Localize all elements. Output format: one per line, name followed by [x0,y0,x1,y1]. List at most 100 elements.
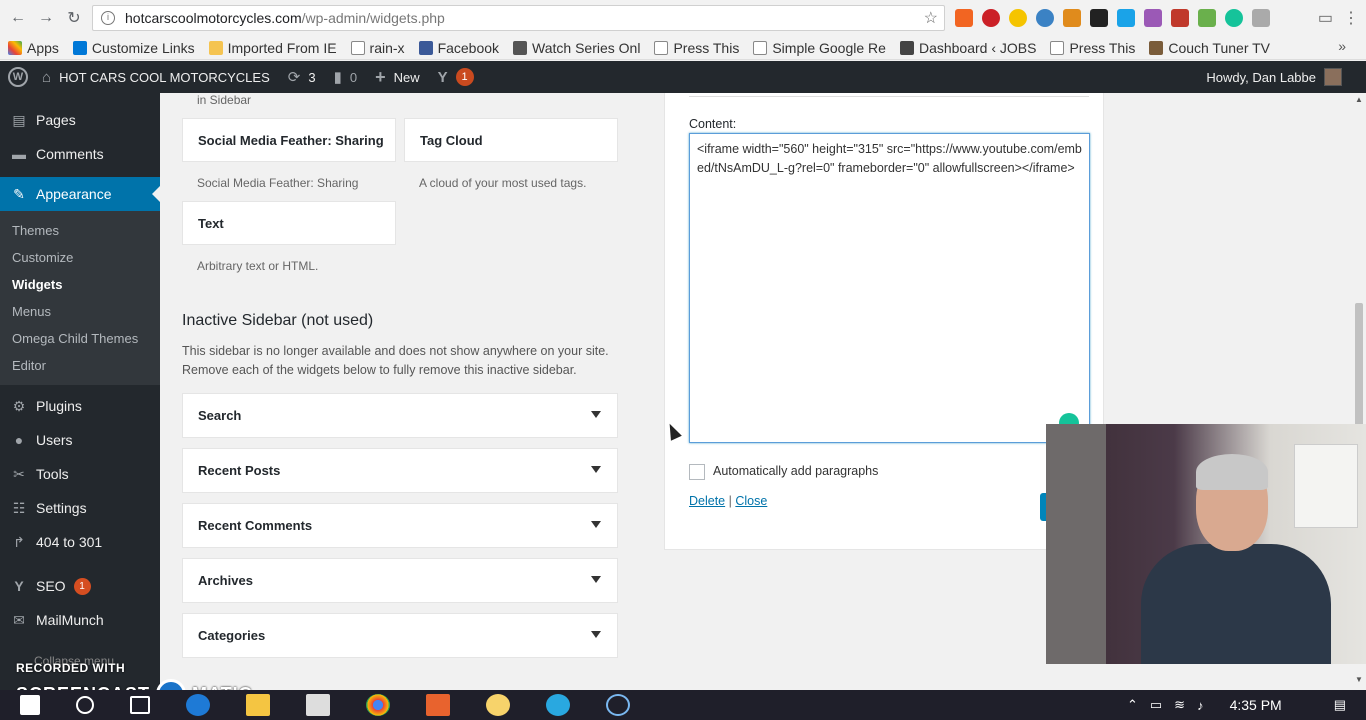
submenu-omega-child-themes[interactable]: Omega Child Themes [0,325,160,352]
expand-arrow-icon[interactable] [591,631,601,638]
bookmarks-more-icon[interactable]: » [1338,38,1346,54]
reload-icon[interactable]: ↻ [60,4,88,32]
auto-paragraphs-checkbox[interactable] [689,464,705,480]
admin-bar-comments[interactable]: ▮ 0 [334,68,358,86]
buffer-icon[interactable] [1090,9,1108,27]
facebook-icon [418,40,433,55]
notifications-icon[interactable]: ▤ [1334,697,1346,713]
bookmark-dashboard-jobs[interactable]: Dashboard ‹ JOBS [899,40,1036,56]
admin-bar-updates[interactable]: ⟳ 3 [288,68,316,86]
plugins-icon: ⚙ [12,397,26,414]
inactive-widget-recent-posts[interactable]: Recent Posts [182,448,618,493]
wifi-icon[interactable]: ≋ [1174,697,1185,713]
couch-icon [1149,40,1164,55]
windows-start-icon[interactable] [20,695,40,715]
sidebar-item-comments[interactable]: ▬ Comments [0,137,160,171]
bookmark-press-this[interactable]: Press This [654,40,739,56]
sidebar-item-appearance[interactable]: ✎ Appearance [0,177,160,211]
widget-text[interactable]: Text [182,201,396,245]
pinterest-icon[interactable] [982,9,1000,27]
clock[interactable]: 4:35 PM [1230,697,1282,713]
content-textarea[interactable]: <iframe width="560" height="315" src="ht… [689,133,1090,443]
info-icon[interactable]: i [101,11,115,25]
sidebar-item-users[interactable]: ● Users [0,423,160,457]
forward-icon[interactable]: → [32,4,60,32]
bookmark-simple-google[interactable]: Simple Google Re [753,40,886,56]
chrome-icon[interactable] [366,694,390,716]
scroll-up-icon[interactable]: ▲ [1355,95,1363,104]
inactive-widget-search[interactable]: Search [182,393,618,438]
sidebar-item-pages[interactable]: ▤ Pages [0,103,160,137]
sidebar-item-404-to-301[interactable]: ↱ 404 to 301 [0,525,160,559]
inactive-widget-recent-comments[interactable]: Recent Comments [182,503,618,548]
weather-icon[interactable] [1009,9,1027,27]
bookmark-rain-x[interactable]: rain-x [350,40,405,56]
sidebar-item-plugins[interactable]: ⚙ Plugins [0,389,160,423]
widget-tag-cloud[interactable]: Tag Cloud [404,118,618,162]
submenu-editor[interactable]: Editor [0,352,160,379]
internet-explorer-icon[interactable] [546,694,570,716]
grammarly-icon[interactable] [1225,9,1243,27]
tray-chevron-icon[interactable]: ⌃ [1127,697,1138,713]
extension-icon[interactable] [1252,9,1270,27]
expand-arrow-icon[interactable] [591,521,601,528]
network-icon[interactable]: ▭ [1150,697,1162,713]
close-link[interactable]: Close [735,494,767,508]
extension-icon[interactable] [955,9,973,27]
yoast-seo-icon: Y [14,578,24,594]
bookmark-apps[interactable]: Apps [8,40,59,56]
extension-icon[interactable] [1198,9,1216,27]
admin-bar-account[interactable]: Howdy, Dan Labbe [1206,61,1342,93]
admin-bar-yoast[interactable]: Y1 [438,68,474,86]
comments-icon: ▬ [12,146,26,162]
app-icon[interactable] [486,694,510,716]
admin-bar-new[interactable]: + New [375,67,420,88]
inactive-widget-categories[interactable]: Categories [182,613,618,658]
task-view-icon[interactable] [130,696,150,714]
extension-icon[interactable] [1117,9,1135,27]
admin-bar-site[interactable]: ⌂ HOT CARS COOL MOTORCYCLES [42,69,270,86]
inactive-widget-archives[interactable]: Archives [182,558,618,603]
extension-icon[interactable] [1036,9,1054,27]
chrome-menu-icon[interactable]: ⋮ [1343,8,1359,28]
extension-icon[interactable] [1171,9,1189,27]
screencast-app-icon[interactable] [606,694,630,716]
sidebar-item-tools[interactable]: ✂ Tools [0,457,160,491]
extension-icon[interactable] [1063,9,1081,27]
apps-grid-icon[interactable] [426,694,450,716]
minimize-icon[interactable]: ▭ [1318,8,1333,28]
address-bar[interactable]: i hotcarscoolmotorcycles.com/wp-admin/wi… [92,5,945,31]
extension-icons [955,9,1270,27]
auto-paragraphs-label: Automatically add paragraphs [713,464,879,478]
submenu-themes[interactable]: Themes [0,217,160,244]
file-explorer-icon[interactable] [246,694,270,716]
store-icon[interactable] [306,694,330,716]
bookmark-press-this-2[interactable]: Press This [1050,40,1135,56]
submenu-widgets[interactable]: Widgets [0,271,160,298]
bookmark-watch-series[interactable]: Watch Series Onl [513,40,640,56]
expand-arrow-icon[interactable] [591,576,601,583]
sidebar-item-settings[interactable]: ☷ Settings [0,491,160,525]
back-icon[interactable]: ← [4,4,32,32]
submenu-menus[interactable]: Menus [0,298,160,325]
bookmark-couch-tuner[interactable]: Couch Tuner TV [1149,40,1270,56]
widget-social-media-feather[interactable]: Social Media Feather: Sharing [182,118,396,162]
expand-arrow-icon[interactable] [591,466,601,473]
wordpress-logo-icon[interactable]: W [8,67,28,87]
volume-icon[interactable]: ♪ [1197,698,1204,713]
star-icon[interactable]: ☆ [924,8,938,28]
search-icon[interactable] [76,696,94,714]
pen-icon[interactable] [1144,9,1162,27]
bookmark-customize-links[interactable]: Customize Links [72,40,195,56]
sidebar-item-seo[interactable]: Y SEO 1 [0,569,160,603]
delete-link[interactable]: Delete [689,494,725,508]
scroll-thumb[interactable] [1355,303,1363,433]
submenu-customize[interactable]: Customize [0,244,160,271]
expand-arrow-icon[interactable] [591,411,601,418]
scroll-down-icon[interactable]: ▼ [1355,675,1363,684]
bookmark-imported-from-ie[interactable]: Imported From IE [208,40,337,56]
sidebar-item-mailmunch[interactable]: ✉ MailMunch [0,603,160,637]
edge-icon[interactable] [186,694,210,716]
system-tray: ⌃ ▭ ≋ ♪ 4:35 PM ▤ [1127,690,1346,720]
bookmark-facebook[interactable]: Facebook [418,40,499,56]
